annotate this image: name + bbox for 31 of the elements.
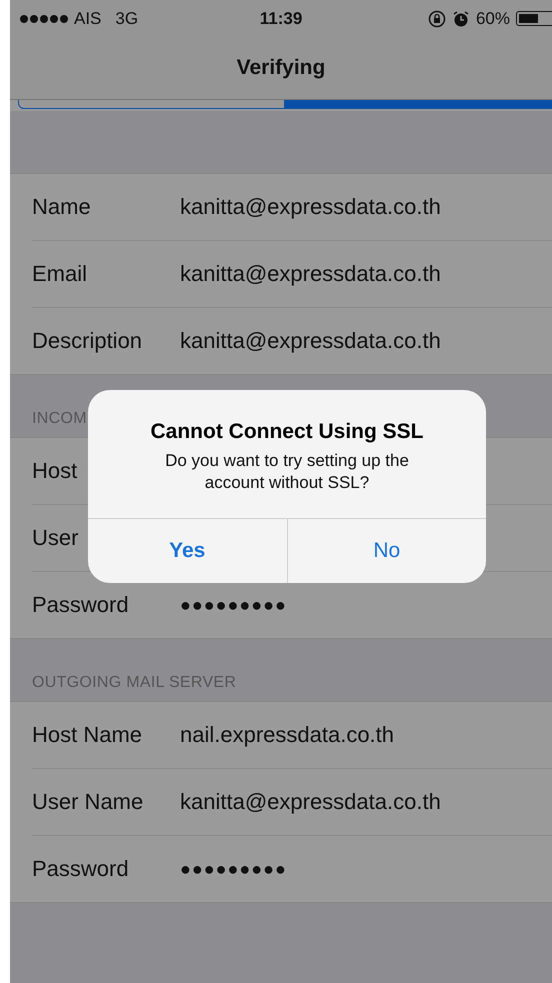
field-label: Name [32,194,91,220]
field-label: Description [32,328,142,354]
text-field[interactable]: nail.expressdata.co.th [180,722,394,748]
field-label: Password [32,856,129,882]
rotation-lock-icon [428,10,446,28]
alert-title: Cannot Connect Using SSL [150,419,424,445]
battery-icon [516,11,552,26]
section-header: OUTGOING MAIL SERVER [32,674,236,692]
password-field[interactable]: ●●●●●●●●● [180,858,287,880]
text-field[interactable]: kanitta@expressdata.co.th [180,789,441,815]
alert-button[interactable]: No [286,519,486,584]
network-type: 3G [115,8,138,28]
text-field[interactable]: kanitta@expressdata.co.th [180,261,441,287]
nav-title: Verifying [236,56,326,80]
text-field[interactable]: kanitta@expressdata.co.th [180,194,441,220]
carrier-name: AIS [74,8,102,28]
section-header: INCOM [32,410,87,428]
password-field[interactable]: ●●●●●●●●● [180,594,287,616]
battery-percent: 60% [476,8,510,28]
alert-message: Do you want to try setting up the account without SSL? [164,450,410,494]
alarm-icon [452,10,470,28]
field-label: Host [32,458,78,484]
text-field[interactable]: kanitta@expressdata.co.th [180,328,441,354]
clock-time: 11:39 [260,8,302,28]
alert-button[interactable]: Yes [88,519,286,584]
field-label: Password [32,592,129,618]
segment-tab[interactable] [18,100,285,109]
field-label: User [32,525,78,551]
field-label: Email [32,261,88,287]
field-label: User Name [32,789,144,815]
field-label: Host Name [32,722,142,748]
